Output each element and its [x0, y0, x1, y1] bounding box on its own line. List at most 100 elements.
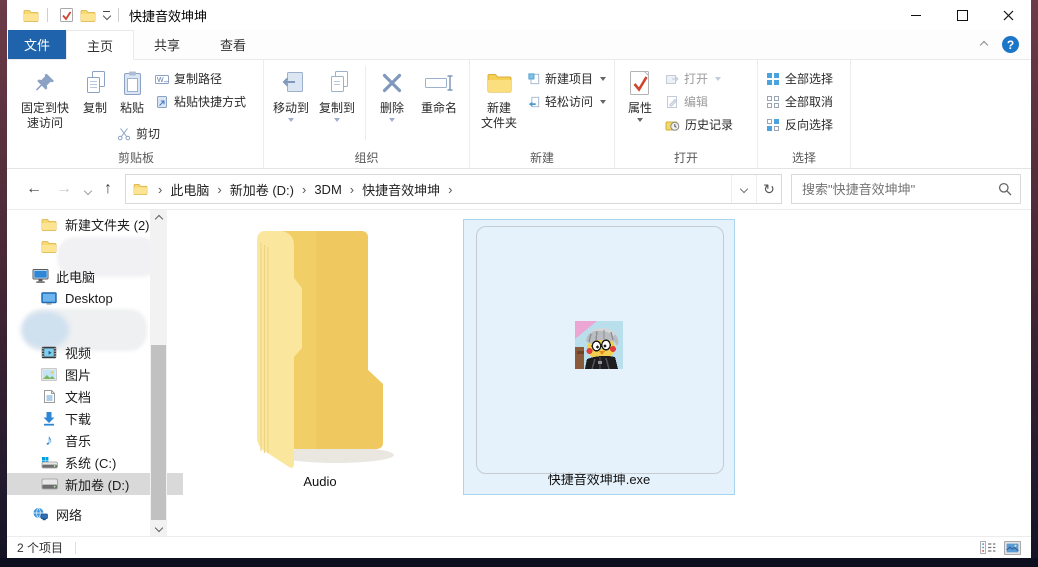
sidebar-item-drive-c[interactable]: 系统 (C:): [7, 451, 167, 473]
copy-icon: [84, 65, 107, 101]
details-view-button[interactable]: [980, 541, 996, 554]
move-to-icon: [278, 65, 305, 101]
move-to-button[interactable]: 移动到: [268, 60, 314, 122]
copy-path-button[interactable]: W 复制路径: [151, 67, 259, 90]
cut-label: 剪切: [136, 127, 161, 141]
select-none-icon: [767, 95, 779, 108]
tab-share[interactable]: 共享: [134, 30, 200, 59]
new-folder-button[interactable]: 新建 文件夹: [474, 60, 524, 131]
up-button[interactable]: ↑: [97, 181, 119, 197]
easy-access-button[interactable]: 轻松访问: [524, 90, 610, 113]
file-item-audio-folder[interactable]: Audio: [189, 219, 451, 495]
sidebar-item-network[interactable]: 网络: [7, 503, 167, 525]
recent-locations-dropdown[interactable]: [79, 182, 97, 197]
new-item-button[interactable]: 新建项目: [524, 67, 610, 90]
search-input[interactable]: [800, 180, 998, 198]
tab-file[interactable]: 文件: [8, 30, 66, 59]
delete-label: 删除: [379, 101, 404, 115]
rename-label: 重命名: [420, 101, 457, 115]
select-all-button[interactable]: 全部选择: [762, 67, 846, 90]
breadcrumb-this-pc[interactable]: 此电脑: [168, 180, 211, 199]
qat-customize-dropdown[interactable]: [102, 11, 111, 21]
paste-button[interactable]: 粘贴: [113, 60, 151, 116]
sidebar-item-downloads[interactable]: 下载: [7, 407, 167, 429]
clipboard-group-label: 剪贴板: [117, 151, 154, 165]
refresh-button[interactable]: ↻: [756, 175, 781, 203]
sidebar-item-label: 此电脑: [56, 269, 96, 285]
group-inner-separator: [365, 66, 366, 140]
sidebar-item-label: Desktop: [65, 290, 113, 306]
large-icons-view-button[interactable]: [1004, 540, 1021, 555]
breadcrumb-separator: ›: [301, 181, 307, 197]
sidebar-scrollbar[interactable]: [150, 210, 167, 536]
status-bar: 2 个项目: [7, 536, 1031, 558]
paste-shortcut-button[interactable]: 粘贴快捷方式: [151, 90, 259, 113]
titlebar-separator: [118, 8, 119, 22]
status-separator: [75, 541, 77, 554]
pin-to-quick-access-button[interactable]: 固定到快 速访问: [13, 60, 77, 131]
scroll-down-button[interactable]: [150, 519, 167, 536]
copy-to-icon: [324, 65, 350, 101]
sidebar-item-desktop[interactable]: Desktop: [7, 287, 167, 309]
properties-label: 属性: [627, 101, 652, 115]
history-button[interactable]: 历史记录: [661, 113, 753, 136]
sidebar-item-videos[interactable]: 视频: [7, 341, 167, 363]
copy-path-icon: W: [155, 74, 169, 84]
organize-group-label: 组织: [354, 151, 379, 165]
open-button[interactable]: 打开: [661, 67, 753, 90]
dropdown-icon: [389, 118, 395, 122]
forward-button[interactable]: →: [49, 181, 79, 197]
minimize-button[interactable]: [893, 0, 939, 30]
file-name: Audio: [303, 474, 337, 489]
sidebar-item-music[interactable]: ♪ 音乐: [7, 429, 167, 451]
open-icon: [666, 74, 679, 84]
scrollbar-thumb[interactable]: [151, 345, 166, 520]
sidebar-item-pictures[interactable]: 图片: [7, 363, 167, 385]
open-label: 打开: [684, 72, 709, 86]
desktop-wallpaper-right: [1031, 0, 1038, 558]
search-box[interactable]: [791, 174, 1021, 204]
help-button[interactable]: ?: [1002, 36, 1019, 53]
copy-to-button[interactable]: 复制到: [314, 60, 360, 122]
address-bar[interactable]: › 此电脑 › 新加卷 (D:) › 3DM › 快捷音效坤坤 › ↻: [125, 174, 782, 204]
easy-access-label: 轻松访问: [544, 95, 593, 109]
properties-button[interactable]: 属性: [619, 60, 661, 122]
breadcrumb-drive-d[interactable]: 新加卷 (D:): [228, 180, 296, 199]
copy-label: 复制: [82, 101, 107, 115]
address-dropdown-button[interactable]: [731, 175, 756, 203]
file-item-exe-selected[interactable]: 快捷音效坤坤.exe: [463, 219, 735, 495]
new-folder-icon: [486, 65, 513, 101]
tab-home[interactable]: 主页: [66, 30, 135, 60]
tab-view[interactable]: 查看: [200, 30, 266, 59]
sidebar-item-documents[interactable]: 文档: [7, 385, 167, 407]
qat-properties-button[interactable]: [56, 3, 77, 27]
dropdown-icon: [600, 99, 606, 104]
folder-icon: [40, 240, 58, 253]
ribbon-group-organize: 移动到 复制到 删除 重命名 组织: [264, 60, 470, 168]
sidebar-item-label: 网络: [56, 507, 83, 523]
delete-button[interactable]: 删除: [371, 60, 413, 122]
cut-button[interactable]: 剪切: [113, 122, 164, 145]
dropdown-icon: [637, 118, 643, 122]
sidebar-item-label: 视频: [65, 345, 92, 361]
copy-button[interactable]: 复制: [77, 60, 113, 116]
ribbon-collapse-button[interactable]: [979, 40, 989, 49]
sidebar-item-this-pc[interactable]: 此电脑: [7, 265, 167, 287]
easy-access-icon: [528, 96, 540, 107]
dropdown-icon: [715, 76, 722, 81]
scroll-up-button[interactable]: [150, 210, 167, 227]
close-button[interactable]: [985, 0, 1031, 30]
breadcrumb-current-folder[interactable]: 快捷音效坤坤: [360, 180, 442, 199]
paste-icon: [122, 65, 143, 101]
invert-selection-button[interactable]: 反向选择: [762, 113, 846, 136]
sidebar-item-new-folder-2[interactable]: 新建文件夹 (2): [7, 213, 167, 235]
select-none-button[interactable]: 全部取消: [762, 90, 846, 113]
ribbon-group-clipboard: 固定到快 速访问 复制 粘贴 W 复制路径 粘贴快捷方式 剪切 剪贴板: [9, 60, 264, 168]
edit-button[interactable]: 编辑: [661, 90, 753, 113]
rename-button[interactable]: 重命名: [413, 60, 465, 116]
maximize-button[interactable]: [939, 0, 985, 30]
qat-new-folder-button[interactable]: [77, 3, 99, 27]
breadcrumb-3dm[interactable]: 3DM: [312, 182, 343, 197]
back-button[interactable]: ←: [19, 181, 49, 197]
desktop-wallpaper-left: [0, 0, 7, 558]
